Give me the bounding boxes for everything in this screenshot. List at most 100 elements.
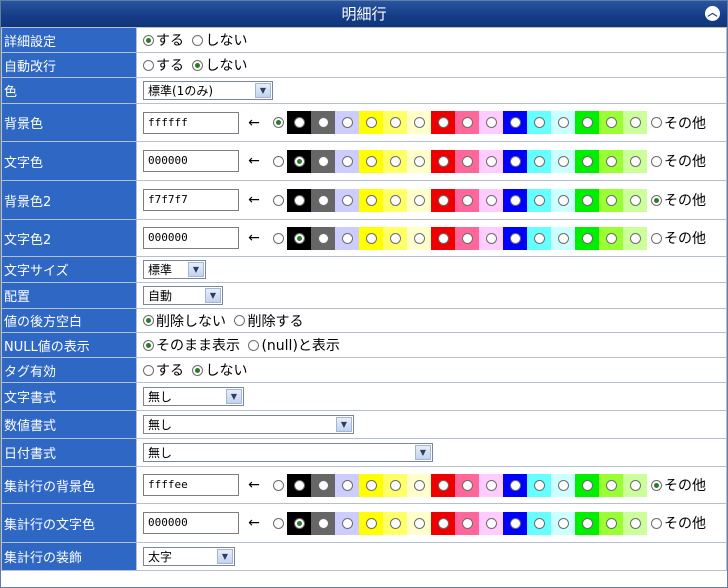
radio-button[interactable] — [192, 34, 204, 46]
radio-button[interactable] — [143, 364, 154, 376]
radio-button[interactable] — [365, 194, 377, 206]
radio-button[interactable] — [293, 117, 305, 128]
radio-button[interactable] — [509, 479, 521, 491]
radio-button[interactable] — [509, 517, 521, 529]
radio-button[interactable] — [341, 155, 353, 167]
radio-button[interactable] — [317, 232, 329, 244]
radio-button[interactable] — [651, 194, 662, 206]
radio-button[interactable] — [581, 117, 593, 128]
text-color-input[interactable]: 000000 — [143, 150, 239, 172]
radio-button[interactable] — [293, 232, 305, 244]
radio-button[interactable] — [437, 232, 449, 244]
swatch-aqua[interactable] — [527, 149, 551, 173]
align-select[interactable]: 自動 ▼ — [143, 286, 223, 305]
text-color2-input[interactable]: 000000 — [143, 227, 239, 249]
radio-button[interactable] — [629, 194, 641, 206]
swatch-aqua[interactable] — [527, 473, 551, 497]
radio-button[interactable] — [413, 517, 425, 529]
swatch-light-pink[interactable] — [479, 111, 503, 134]
tag-on-option[interactable]: する — [143, 360, 184, 380]
radio-button[interactable] — [629, 479, 641, 491]
radio-button[interactable] — [485, 479, 497, 491]
swatch-black[interactable] — [287, 473, 311, 497]
radio-button[interactable] — [509, 194, 521, 206]
keep-trailing-option[interactable]: 削除しない — [143, 311, 226, 331]
radio-button[interactable] — [365, 232, 377, 244]
swatch-light-yellow[interactable] — [383, 511, 407, 535]
swatch-yellow[interactable] — [359, 188, 383, 212]
color-select[interactable]: 標準(1のみ) ▼ — [143, 81, 273, 100]
bg-color2-input[interactable]: f7f7f7 — [143, 189, 239, 211]
swatch-black[interactable] — [287, 188, 311, 212]
swatch-cream[interactable] — [407, 511, 431, 535]
swatch-gray[interactable] — [311, 226, 335, 250]
radio-button[interactable] — [317, 155, 329, 167]
radio-button[interactable] — [293, 194, 305, 206]
radio-button[interactable] — [317, 117, 329, 128]
radio-button[interactable] — [389, 117, 401, 128]
radio-button[interactable] — [341, 479, 353, 491]
radio-button[interactable] — [581, 194, 593, 206]
swatch-red[interactable] — [431, 226, 455, 250]
swatch-blue[interactable] — [503, 149, 527, 173]
swatch-light-lime[interactable] — [623, 473, 647, 497]
radio-button[interactable] — [272, 155, 284, 167]
radio-button[interactable] — [248, 339, 260, 351]
swatch-red[interactable] — [431, 149, 455, 173]
radio-button[interactable] — [485, 517, 497, 529]
total-text-input[interactable]: 000000 — [143, 512, 239, 534]
swatch-light-lime[interactable] — [623, 188, 647, 212]
radio-button[interactable] — [341, 194, 353, 206]
swatch-black[interactable] — [287, 511, 311, 535]
swatch-light-pink[interactable] — [479, 149, 503, 173]
text-format-select[interactable]: 無し ▼ — [143, 387, 244, 406]
swatch-cream[interactable] — [407, 111, 431, 134]
swatch-light-aqua[interactable] — [551, 473, 575, 497]
chevron-down-icon[interactable]: ▼ — [188, 262, 204, 277]
swatch-light-pink[interactable] — [479, 188, 503, 212]
radio-button[interactable] — [365, 117, 377, 128]
swatch-lime[interactable] — [599, 473, 623, 497]
radio-button[interactable] — [341, 232, 353, 244]
radio-button[interactable] — [651, 155, 662, 167]
swatch-green[interactable] — [575, 473, 599, 497]
swatch-light-yellow[interactable] — [383, 226, 407, 250]
radio-button[interactable] — [605, 232, 617, 244]
null-as-is-option[interactable]: そのまま表示 — [143, 335, 240, 355]
radio-button[interactable] — [461, 479, 473, 491]
radio-button[interactable] — [437, 479, 449, 491]
radio-button[interactable] — [605, 117, 617, 128]
swatch-pink[interactable] — [455, 149, 479, 173]
radio-button[interactable] — [461, 117, 473, 128]
radio-button[interactable] — [437, 117, 449, 128]
swatch-white[interactable] — [269, 226, 287, 250]
auto-wrap-off-option[interactable]: しない — [192, 55, 247, 75]
swatch-cream[interactable] — [407, 188, 431, 212]
detail-setting-off-option[interactable]: しない — [192, 30, 247, 50]
radio-button[interactable] — [143, 59, 154, 71]
swatch-light-lime[interactable] — [623, 149, 647, 173]
swatch-gray[interactable] — [311, 111, 335, 134]
radio-button[interactable] — [557, 232, 569, 244]
swatch-lime[interactable] — [599, 226, 623, 250]
radio-button[interactable] — [557, 479, 569, 491]
radio-button[interactable] — [437, 517, 449, 529]
swatch-cream[interactable] — [407, 226, 431, 250]
other-color-option[interactable]: その他 — [651, 475, 706, 495]
number-format-select[interactable]: 無し ▼ — [143, 415, 354, 434]
radio-button[interactable] — [629, 517, 641, 529]
radio-button[interactable] — [605, 155, 617, 167]
radio-button[interactable] — [143, 339, 154, 351]
radio-button[interactable] — [461, 155, 473, 167]
radio-button[interactable] — [272, 194, 284, 206]
swatch-red[interactable] — [431, 188, 455, 212]
swatch-green[interactable] — [575, 226, 599, 250]
radio-button[interactable] — [533, 117, 545, 128]
swatch-lavender[interactable] — [335, 226, 359, 250]
radio-button[interactable] — [341, 117, 353, 128]
radio-button[interactable] — [192, 59, 204, 71]
total-bg-input[interactable]: ffffee — [143, 474, 239, 496]
radio-button[interactable] — [143, 34, 154, 46]
radio-button[interactable] — [485, 232, 497, 244]
swatch-green[interactable] — [575, 188, 599, 212]
